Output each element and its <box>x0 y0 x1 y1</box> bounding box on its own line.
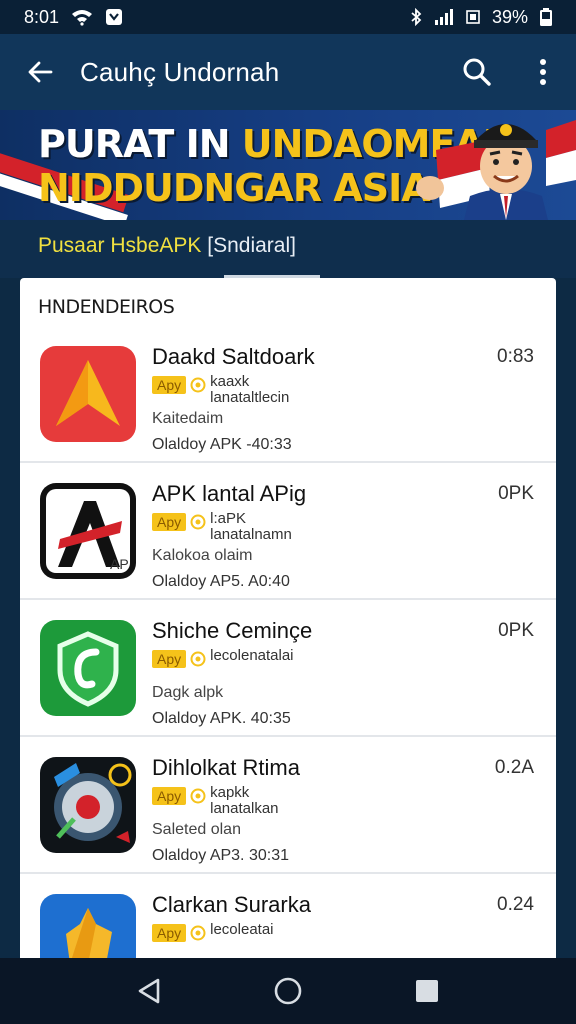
app-size: 0PK <box>498 620 534 641</box>
app-tag-line: Apy lecoleatai <box>152 922 274 942</box>
app-name: Shiche Ceminçe <box>152 618 313 643</box>
app-tag-text: lecoleatai <box>210 921 274 938</box>
battery-icon <box>540 8 552 26</box>
app-developer: Kalokoa olaim <box>152 547 253 564</box>
app-tag: Apy <box>152 787 187 805</box>
app-meta: Olaldoy APK. 40:35 <box>152 710 291 727</box>
more-vert-icon <box>540 59 546 85</box>
app-tag: Apy <box>152 376 187 394</box>
app-developer: Kaitedaim <box>152 410 224 427</box>
promo-banner[interactable]: PURAT IN UNDAOMEAN NIDDUDNGAR ASIA <box>0 110 576 220</box>
section-label[interactable]: Pusaar HsbeAPK [Sndiaral] <box>38 234 296 258</box>
search-icon <box>463 58 491 86</box>
list-section-title: HNDENDEIROS <box>38 296 175 318</box>
app-size: 0.24 <box>497 894 534 915</box>
nav-home-button[interactable] <box>258 961 318 1021</box>
app-developer: Dagk alpk <box>152 684 224 701</box>
status-bar: 8:01 39% <box>0 0 576 34</box>
app-developer: Saleted olan <box>152 821 241 838</box>
green-shield-icon <box>40 620 136 716</box>
app-list-item[interactable]: AP APK lantal APig 0PK Apy l:aPK lanatal… <box>20 463 556 600</box>
app-meta: Olaldoy AP5. A0:40 <box>152 573 290 590</box>
app-tag-text: l:aPK lanatalnamn <box>210 510 292 543</box>
app-list-item[interactable]: Dihlolkat Rtima 0.2A Apy kapkk lanatalka… <box>20 737 556 874</box>
verified-badge-icon <box>190 514 206 530</box>
status-time: 8:01 <box>24 6 60 27</box>
back-button[interactable] <box>0 34 80 110</box>
app-tag: Apy <box>152 513 187 531</box>
app-list-item[interactable]: Daakd Saltdoark 0:83 Apy kaaxk lanataltl… <box>20 326 556 463</box>
app-name: APK lantal APig <box>152 481 307 506</box>
verified-badge-icon <box>190 788 206 804</box>
nav-recents-button[interactable] <box>397 961 457 1021</box>
app-name: Clarkan Surarka <box>152 892 311 917</box>
notification-icon <box>105 8 123 26</box>
app-name: Daakd Saltdoark <box>152 344 315 369</box>
app-tag-text: kaaxk lanataltlecin <box>210 373 290 406</box>
svg-text:AP: AP <box>110 556 129 572</box>
verified-badge-icon <box>190 651 206 667</box>
signal-icon <box>434 9 454 25</box>
app-list-item[interactable]: Shiche Ceminçe 0PK Apy lecolenatalai Dag… <box>20 600 556 737</box>
disc-icon <box>40 757 136 853</box>
app-meta: Olaldoy APK -40:33 <box>152 436 292 453</box>
mascot-illustration <box>416 120 576 220</box>
app-size: 0:83 <box>497 346 534 367</box>
app-size: 0PK <box>498 483 534 504</box>
bluetooth-icon <box>410 8 422 26</box>
verified-badge-icon <box>190 925 206 941</box>
more-options-button[interactable] <box>510 34 576 110</box>
app-tag-line: Apy l:aPK lanatalnamn <box>152 511 292 543</box>
red-arrow-icon <box>40 346 136 442</box>
battery-percent: 39% <box>491 6 528 27</box>
system-nav-bar <box>0 958 576 1024</box>
app-tag: Apy <box>152 650 187 668</box>
app-list-card: HNDENDEIROS Daakd Saltdoark 0:83 Apy kaa… <box>20 278 556 978</box>
triangle-back-icon <box>139 978 160 1004</box>
back-arrow-icon <box>28 61 53 83</box>
banner-subheadline: NIDDUDNGAR ASIA <box>38 166 431 210</box>
app-meta: Olaldoy AP3. 30:31 <box>152 847 289 864</box>
app-tag-line: Apy lecolenatalai <box>152 648 294 668</box>
circle-home-icon <box>274 977 302 1005</box>
search-button[interactable] <box>444 34 510 110</box>
subheader: Pusaar HsbeAPK [Sndiaral] <box>0 220 576 278</box>
app-name: Dihlolkat Rtima <box>152 755 300 780</box>
verified-badge-icon <box>190 377 206 393</box>
wifi-icon <box>71 8 93 26</box>
letter-a-icon: AP <box>40 483 136 579</box>
app-tag-line: Apy kaaxk lanataltlecin <box>152 374 289 406</box>
app-size: 0.2A <box>494 757 534 778</box>
app-bar: Cauhç Undornah <box>0 34 576 110</box>
nav-back-button[interactable] <box>119 961 179 1021</box>
square-recents-icon <box>415 980 438 1002</box>
data-icon <box>466 9 480 25</box>
app-tag-line: Apy kapkk lanatalkan <box>152 785 279 817</box>
app-tag-text: lecolenatalai <box>210 647 294 664</box>
app-tag: Apy <box>152 924 187 942</box>
app-tag-text: kapkk lanatalkan <box>210 784 279 817</box>
page-title: Cauhç Undornah <box>80 56 280 87</box>
